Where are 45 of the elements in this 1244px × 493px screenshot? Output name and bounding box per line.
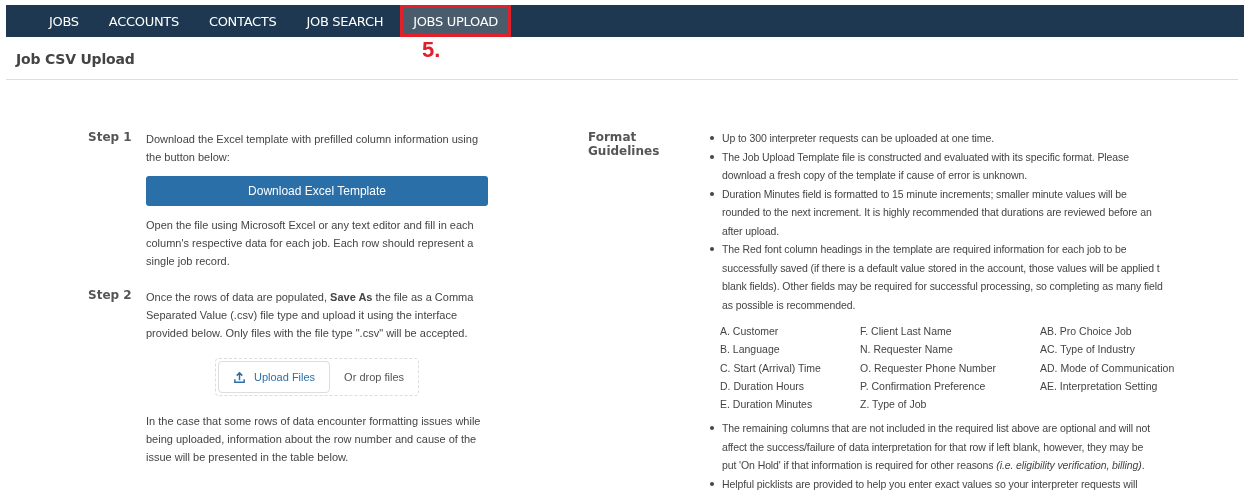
nav-tab[interactable]: JOBS bbox=[36, 5, 92, 37]
nav-tab[interactable]: JOB SEARCH bbox=[293, 5, 397, 37]
upload-icon bbox=[232, 370, 246, 384]
guideline-text: Duration Minutes field is formatted to 15 minute increments; smaller minute values will be rounded to the next increment. It is highly recommended that durations are reviewed before an after upload. bbox=[722, 186, 1152, 239]
required-column-item: Z. Type of Job bbox=[860, 397, 928, 413]
nav-tab[interactable]: CONTACTS bbox=[195, 5, 290, 37]
bullet-icon bbox=[710, 426, 714, 431]
step-label: Step 1 bbox=[88, 130, 133, 146]
step-annotation: 5. bbox=[422, 37, 441, 63]
required-column-item: AD. Mode of Communication bbox=[1040, 360, 1176, 376]
required-column-item: C. Start (Arrival) Time bbox=[720, 360, 822, 376]
guideline-text: Helpful picklists are provided to help you enter exact values so your interpreter requests will bbox=[722, 477, 1138, 492]
drop-hint: Or drop files bbox=[344, 371, 405, 383]
upload-files-button[interactable]: Upload Files bbox=[217, 361, 331, 393]
required-column-item: D. Duration Hours bbox=[720, 378, 806, 394]
required-column-item: AE. Interpretation Setting bbox=[1040, 378, 1159, 394]
required-column-item: F. Client Last Name bbox=[860, 324, 953, 339]
bullet-icon bbox=[710, 247, 714, 251]
nav-tab[interactable]: JOBS UPLOAD bbox=[400, 5, 512, 37]
guideline-text: The Red font column headings in the template are required information for each job to be successfully saved (if there is a default value stored in the account, those values will be applied t blank fields). Other fields may be required for successful processing, so completing as many field as possible is recommended. bbox=[722, 242, 1163, 313]
required-column-item: P. Confirmation Preference bbox=[860, 378, 987, 394]
required-column-item: A. Customer bbox=[720, 324, 780, 339]
download-template-button[interactable]: Download Excel Template bbox=[146, 176, 488, 206]
page-title: Job CSV Upload bbox=[16, 51, 135, 67]
bullet-icon bbox=[710, 154, 714, 159]
guideline-text: The Job Upload Template file is constructed and evaluated with its specific format. Please download a fresh copy of the template if cause of error is unknown. bbox=[722, 149, 1129, 183]
guideline-text: The remaining columns that are not included in the required list above are optional and will not affect the success/failure of data interpretation for that row if left blank, however, they may be put 'On Hold' if that information is required for other reasons (i.e. eligibility verification, billing). bbox=[722, 421, 1151, 474]
step-label: Step 2 bbox=[88, 288, 133, 304]
required-column-item: N. Requester Name bbox=[860, 342, 954, 358]
guideline-text: Up to 300 interpreter requests can be uploaded at one time. bbox=[722, 131, 994, 146]
instruction-text: In the case that some rows of data encounter formatting issues while being uploaded, information about the row number and cause of the issue will be presented in the table below. bbox=[146, 414, 482, 465]
required-column-item: E. Duration Minutes bbox=[720, 397, 814, 413]
instruction-text: Open the file using Microsoft Excel or any text editor and fill in each column's respective data for each job. Each row should represent a single job record. bbox=[146, 218, 475, 269]
required-column-item: AB. Pro Choice Job bbox=[1040, 324, 1133, 339]
guidelines-label: Format Guidelines bbox=[588, 130, 661, 160]
bullet-icon bbox=[710, 136, 714, 140]
required-column-item: AC. Type of Industry bbox=[1040, 342, 1136, 358]
bullet-icon bbox=[710, 482, 714, 486]
bullet-icon bbox=[710, 191, 714, 196]
nav-tab[interactable]: ACCOUNTS bbox=[95, 5, 192, 37]
instruction-text: Download the Excel template with prefilled column information using the button below: bbox=[146, 132, 479, 165]
file-drop-zone[interactable]: Upload Files Or drop files bbox=[214, 358, 420, 396]
required-column-item: B. Language bbox=[720, 342, 781, 358]
instruction-text: Once the rows of data are populated, Save As the file as a Comma Separated Value (.csv) file type and upload it using the interface provided below. Only files with the file type ".csv" will be accepted. bbox=[146, 290, 475, 341]
required-column-item: O. Requester Phone Number bbox=[860, 360, 997, 376]
